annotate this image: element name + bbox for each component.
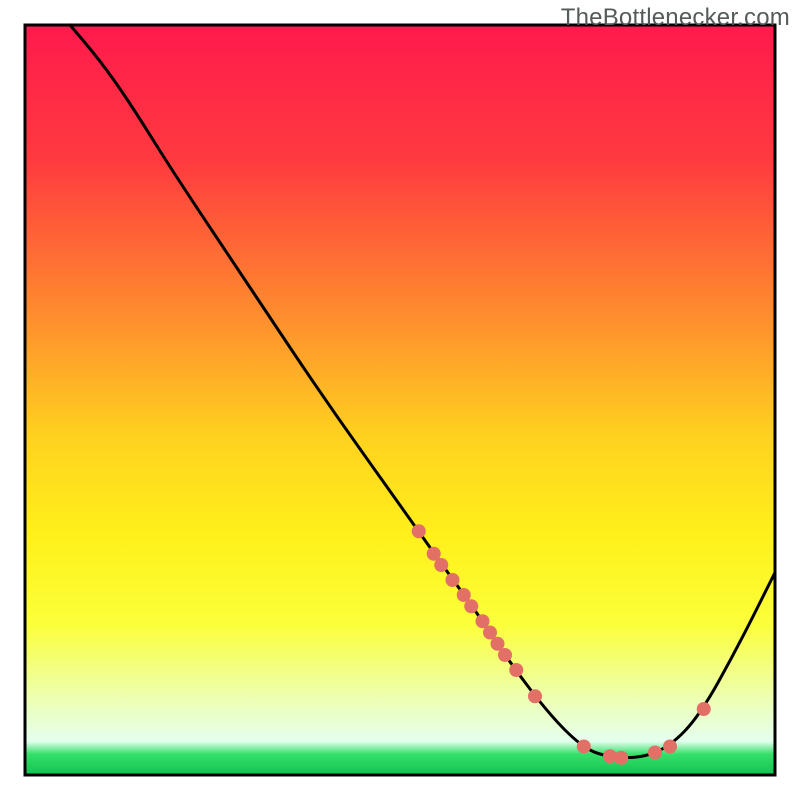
gradient-background: [25, 25, 775, 775]
data-marker: [412, 524, 426, 538]
data-marker: [663, 740, 677, 754]
data-marker: [614, 751, 628, 765]
chart-canvas: [0, 0, 800, 800]
data-marker: [464, 599, 478, 613]
data-marker: [509, 663, 523, 677]
data-marker: [577, 740, 591, 754]
watermark-text: TheBottlenecker.com: [561, 4, 790, 32]
data-marker: [697, 702, 711, 716]
data-marker: [528, 689, 542, 703]
data-marker: [434, 558, 448, 572]
data-marker: [446, 573, 460, 587]
bottleneck-chart: TheBottlenecker.com: [0, 0, 800, 800]
data-marker: [648, 746, 662, 760]
data-marker: [498, 648, 512, 662]
